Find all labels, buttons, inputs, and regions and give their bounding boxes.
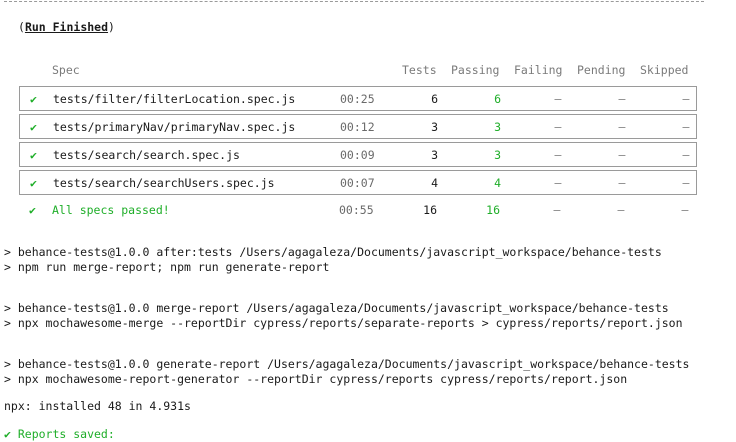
total-tests-count: 16 xyxy=(423,203,437,217)
paren-open: ( xyxy=(18,20,25,34)
spec-passing-count: 3 xyxy=(494,148,501,162)
spec-tests-count: 3 xyxy=(431,148,438,162)
total-skipped-count: – xyxy=(681,203,689,217)
header-tests: Tests xyxy=(402,63,437,77)
check-icon: ✔ xyxy=(30,92,37,106)
spec-duration: 00:12 xyxy=(340,120,375,134)
log-line: > npx mochawesome-merge --reportDir cypr… xyxy=(4,316,683,330)
table-row: ✔ tests/search/searchUsers.spec.js 00:07… xyxy=(19,170,697,195)
header-passing: Passing xyxy=(451,63,500,77)
log-line: > npm run merge-report; npm run generate… xyxy=(4,260,330,274)
check-icon: ✔ xyxy=(30,120,37,134)
spec-pending-count: – xyxy=(618,120,626,134)
table-row: ✔ tests/filter/filterLocation.spec.js 00… xyxy=(19,86,697,111)
paren-close: ) xyxy=(108,20,115,34)
spec-skipped-count: – xyxy=(682,120,690,134)
total-pending-count: – xyxy=(617,203,625,217)
header-failing: Failing xyxy=(514,63,563,77)
log-line: > behance-tests@1.0.0 merge-report /User… xyxy=(4,301,669,315)
spec-skipped-count: – xyxy=(682,176,690,190)
table-row: ✔ tests/search/search.spec.js 00:09 3 3 … xyxy=(19,142,697,167)
spec-failing-count: – xyxy=(554,92,562,106)
total-failing-count: – xyxy=(553,203,561,217)
check-icon: ✔ xyxy=(30,176,37,190)
header-skipped: Skipped xyxy=(640,63,689,77)
reports-saved-line: ✔ Reports saved: xyxy=(4,427,115,441)
spec-skipped-count: – xyxy=(682,148,690,162)
spec-passing-count: 3 xyxy=(494,120,501,134)
spec-skipped-count: – xyxy=(682,92,690,106)
spec-pending-count: – xyxy=(618,92,626,106)
top-divider xyxy=(4,1,704,2)
spec-duration: 00:25 xyxy=(340,92,375,106)
run-finished-label: Run Finished xyxy=(24,20,109,34)
log-line: > behance-tests@1.0.0 after:tests /Users… xyxy=(4,245,662,259)
spec-name: tests/search/search.spec.js xyxy=(53,148,240,162)
total-duration: 00:55 xyxy=(339,203,374,217)
spec-failing-count: – xyxy=(554,176,562,190)
log-line: > npx mochawesome-report-generator --rep… xyxy=(4,372,628,386)
total-summary-text: All specs passed! xyxy=(52,203,170,217)
table-row: ✔ tests/primaryNav/primaryNav.spec.js 00… xyxy=(19,114,697,139)
run-finished-heading: (Run Finished) xyxy=(18,20,115,34)
spec-name: tests/primaryNav/primaryNav.spec.js xyxy=(53,120,296,134)
spec-pending-count: – xyxy=(618,176,626,190)
total-passing-count: 16 xyxy=(486,203,500,217)
check-icon: ✔ xyxy=(29,203,36,217)
spec-pending-count: – xyxy=(618,148,626,162)
check-icon: ✔ xyxy=(30,148,37,162)
spec-tests-count: 3 xyxy=(431,120,438,134)
header-pending: Pending xyxy=(577,63,626,77)
spec-duration: 00:09 xyxy=(340,148,375,162)
spec-tests-count: 4 xyxy=(431,176,438,190)
log-line: npx: installed 48 in 4.931s xyxy=(4,399,191,413)
header-spec: Spec xyxy=(52,63,80,77)
spec-passing-count: 4 xyxy=(494,176,501,190)
spec-passing-count: 6 xyxy=(494,92,501,106)
spec-failing-count: – xyxy=(554,120,562,134)
spec-duration: 00:07 xyxy=(340,176,375,190)
spec-name: tests/filter/filterLocation.spec.js xyxy=(53,92,296,106)
spec-failing-count: – xyxy=(554,148,562,162)
log-line: > behance-tests@1.0.0 generate-report /U… xyxy=(4,357,690,371)
spec-name: tests/search/searchUsers.spec.js xyxy=(53,176,275,190)
table-total-row: ✔ All specs passed! 00:55 16 16 – – – xyxy=(19,198,697,223)
spec-tests-count: 6 xyxy=(431,92,438,106)
